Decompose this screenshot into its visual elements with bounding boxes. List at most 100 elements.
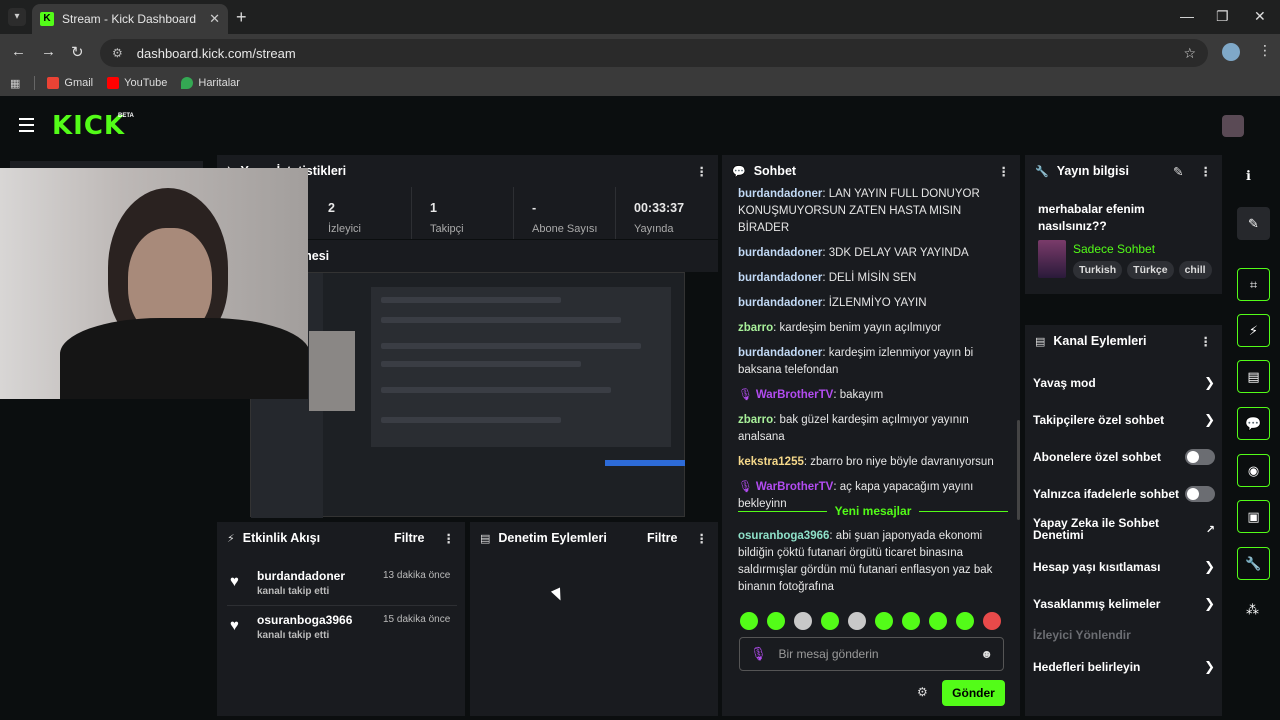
activity-menu-icon[interactable]: ⋮	[443, 531, 456, 546]
forward-icon[interactable]: →	[41, 43, 56, 60]
emote-only-toggle[interactable]	[1185, 486, 1215, 502]
emote-icon[interactable]	[875, 612, 893, 630]
emoji-picker-icon[interactable]: ☻	[980, 647, 993, 661]
reload-icon[interactable]: ↻	[71, 43, 84, 61]
chat-username[interactable]: burdandadoner	[738, 272, 822, 284]
emote-icon[interactable]	[956, 612, 974, 630]
category-name[interactable]: Sadece Sohbet	[1073, 242, 1155, 256]
emote-icon[interactable]	[848, 612, 866, 630]
divider	[227, 605, 457, 606]
chat-input[interactable]: 🎙 Bir mesaj gönderin ☻	[739, 637, 1004, 671]
subscribers-only-toggle[interactable]	[1185, 449, 1215, 465]
new-messages-divider[interactable]: Yeni mesajlar	[738, 503, 1008, 519]
clip-icon[interactable]: ⌗	[1237, 268, 1270, 301]
stat-label: Takipçi	[430, 223, 464, 235]
chevron-right-icon: ❯	[1204, 596, 1215, 611]
bookmark-star-icon[interactable]: ☆	[1183, 45, 1196, 62]
url-input[interactable]: ⚙ dashboard.kick.com/stream ☆	[100, 39, 1208, 67]
stream-preview[interactable]	[250, 272, 685, 518]
stats-menu-icon[interactable]: ⋮	[696, 164, 709, 179]
site-info-icon[interactable]: ⚙	[112, 46, 123, 60]
bookmark-gmail[interactable]: Gmail	[47, 77, 93, 89]
slow-mode-action[interactable]: Yavaş mod ❯	[1033, 375, 1215, 391]
ai-moderation-action[interactable]: Yapay Zeka ile Sohbet Denetimi ↗	[1033, 517, 1215, 541]
user-avatar[interactable]	[1222, 115, 1244, 137]
chat-username[interactable]: kekstra1255	[738, 456, 804, 468]
chat-username[interactable]: WarBrotherTV	[756, 481, 834, 493]
emote-icon[interactable]	[983, 612, 1001, 630]
profile-avatar[interactable]	[1222, 43, 1240, 61]
emote-icon[interactable]	[767, 612, 785, 630]
browser-tabbar: ▾ K Stream - Kick Dashboard ✕ + — ❐ ✕	[0, 0, 1280, 34]
moderation-menu-icon[interactable]: ⋮	[696, 531, 709, 546]
stat-value: 1	[430, 201, 437, 215]
edit-icon[interactable]: ✎	[1237, 207, 1270, 240]
activity-filter-button[interactable]: Filtre	[394, 531, 425, 545]
chat-username[interactable]: osuranboga3966	[738, 530, 829, 542]
obs-row	[381, 361, 581, 367]
emote-icon[interactable]	[794, 612, 812, 630]
emote-icon[interactable]	[929, 612, 947, 630]
bolt-rail-icon[interactable]: ⚡	[1237, 314, 1270, 347]
external-link-icon: ↗	[1205, 523, 1215, 536]
broadcast-icon[interactable]: ◉	[1237, 454, 1270, 487]
tab-search-icon[interactable]: ▾	[8, 8, 26, 26]
chat-username[interactable]: burdandadoner	[738, 297, 822, 309]
chat-text: bak güzel kardeşim açılmıyor yayının ana…	[738, 414, 969, 443]
chat-panel-header: 💬 Sohbet ⋮	[722, 155, 1020, 187]
chat-menu-icon[interactable]: ⋮	[998, 164, 1011, 179]
stat-uptime: 00:33:37 Yayında	[616, 187, 718, 239]
activity-user[interactable]: burdandadoner	[257, 569, 345, 583]
chat-scrollbar[interactable]	[1017, 420, 1020, 520]
back-icon[interactable]: ←	[11, 43, 26, 60]
moderation-filter-button[interactable]: Filtre	[647, 531, 678, 545]
chat-settings-icon[interactable]: ⚙	[917, 685, 928, 699]
channel-actions-menu-icon[interactable]: ⋮	[1200, 334, 1213, 349]
new-tab-button[interactable]: +	[236, 7, 247, 28]
bookmark-youtube[interactable]: YouTube	[107, 77, 167, 89]
chat-message: burdandadoner: İZLENMİYO YAYIN	[738, 297, 927, 309]
action-label: Yasaklanmış kelimeler	[1033, 597, 1161, 611]
goals-action[interactable]: Hedefleri belirleyin ❯	[1033, 659, 1215, 675]
obs-highlight	[605, 460, 685, 466]
emote-icon[interactable]	[902, 612, 920, 630]
edit-pencil-icon[interactable]: ✎	[1173, 164, 1183, 179]
account-age-action[interactable]: Hesap yaşı kısıtlaması ❯	[1033, 559, 1215, 575]
stream-info-title: Yayın bilgisi	[1056, 164, 1129, 178]
window-close-icon[interactable]: ✕	[1254, 8, 1266, 25]
maximize-icon[interactable]: ❐	[1216, 8, 1229, 25]
chat-username[interactable]: burdandadoner	[738, 247, 822, 259]
minimize-icon[interactable]: —	[1180, 8, 1194, 24]
mic-badge-icon: 🎙	[738, 481, 753, 493]
stream-info-menu-icon[interactable]: ⋮	[1200, 164, 1213, 179]
wrench-rail-icon[interactable]: 🔧	[1237, 547, 1270, 580]
action-label: Hedefleri belirleyin	[1033, 660, 1141, 674]
chat-username[interactable]: zbarro	[738, 414, 773, 426]
send-button[interactable]: Gönder	[942, 680, 1005, 706]
activity-title: Etkinlik Akışı	[242, 531, 321, 545]
chat-username[interactable]: zbarro	[738, 322, 773, 334]
browser-menu-icon[interactable]: ⋮	[1258, 42, 1272, 59]
close-tab-icon[interactable]: ✕	[209, 11, 220, 27]
apps-grid-icon[interactable]: ▦	[10, 77, 20, 90]
chat-rail-icon[interactable]: 💬	[1237, 407, 1270, 440]
chat-username[interactable]: WarBrotherTV	[756, 389, 834, 401]
activity-user[interactable]: osuranboga3966	[257, 613, 352, 627]
mic-icon: 🎙	[750, 646, 767, 661]
video-icon[interactable]: ▣	[1237, 500, 1270, 533]
notes-icon[interactable]: ▤	[1237, 360, 1270, 393]
url-text: dashboard.kick.com/stream	[136, 45, 296, 61]
emote-icon[interactable]	[821, 612, 839, 630]
chat-username[interactable]: burdandadoner	[738, 188, 822, 200]
info-icon[interactable]: ℹ	[1246, 168, 1251, 184]
bookmark-maps[interactable]: Haritalar	[181, 77, 240, 89]
banned-words-action[interactable]: Yasaklanmış kelimeler ❯	[1033, 596, 1215, 612]
chat-username[interactable]: burdandadoner	[738, 347, 822, 359]
kick-logo[interactable]: KICK	[52, 111, 125, 141]
chat-text: bakayım	[839, 389, 884, 401]
hamburger-menu-icon[interactable]	[19, 118, 34, 136]
emote-icon[interactable]	[740, 612, 758, 630]
followers-only-action[interactable]: Takipçilere özel sohbet ❯	[1033, 412, 1215, 428]
share-icon[interactable]: ⁂	[1246, 602, 1259, 618]
browser-tab[interactable]: K Stream - Kick Dashboard ✕	[32, 4, 228, 34]
